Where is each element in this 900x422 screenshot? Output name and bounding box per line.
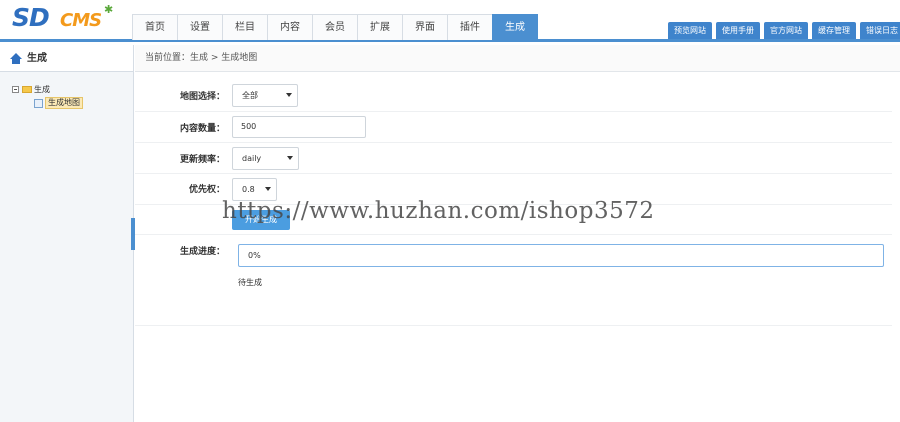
sidebar-tree: 生成 生成地图: [0, 72, 133, 110]
nav-generate[interactable]: 生成: [492, 14, 538, 40]
home-icon: [10, 52, 22, 64]
logo-primary: SD: [12, 3, 50, 32]
page-icon: [34, 98, 43, 108]
logo-secondary: CMS: [60, 10, 102, 31]
content-count-input[interactable]: 500: [232, 116, 366, 138]
update-freq-select[interactable]: daily: [232, 147, 299, 170]
map-select[interactable]: 全部: [232, 84, 298, 107]
start-generate-button[interactable]: 开始生成: [232, 210, 290, 230]
logo-star-icon: ✱: [104, 3, 114, 16]
tree-item-sitemap[interactable]: 生成地图: [34, 96, 133, 110]
map-select-value: 全部: [242, 91, 258, 100]
progress-label: 生成进度：: [179, 247, 225, 257]
nav-settings[interactable]: 设置: [177, 14, 223, 40]
nav-interface[interactable]: 界面: [402, 14, 448, 40]
nav-plugins[interactable]: 插件: [447, 14, 493, 40]
logo[interactable]: SD CMS ✱: [12, 3, 124, 37]
nav-content[interactable]: 内容: [267, 14, 313, 40]
progress-field: 0%: [238, 244, 884, 267]
update-freq-label: 更新频率：: [179, 155, 225, 165]
nav-columns[interactable]: 栏目: [222, 14, 268, 40]
chevron-down-icon: [287, 156, 293, 160]
nav-extensions[interactable]: 扩展: [357, 14, 403, 40]
collapse-icon[interactable]: [12, 85, 19, 93]
official-site-button[interactable]: 官方网站: [764, 22, 808, 39]
manual-button[interactable]: 使用手册: [716, 22, 760, 39]
map-select-label: 地图选择：: [179, 92, 225, 102]
priority-value: 0.8: [242, 185, 255, 194]
chevron-down-icon: [286, 93, 292, 97]
status-text: 待生成: [238, 278, 262, 287]
tree-item-root[interactable]: 生成: [12, 82, 133, 96]
tree-root-label: 生成: [34, 84, 50, 94]
chevron-down-icon: [265, 187, 271, 191]
content-count-label: 内容数量：: [179, 124, 225, 134]
preview-site-button[interactable]: 预览网站: [668, 22, 712, 39]
error-log-button[interactable]: 错误日志: [860, 22, 900, 39]
cache-manage-button[interactable]: 缓存管理: [812, 22, 856, 39]
priority-select[interactable]: 0.8: [232, 178, 277, 201]
tree-child-label: 生成地图: [45, 97, 83, 109]
sidebar-title: 生成: [27, 52, 47, 64]
sidebar-header: 生成: [0, 45, 133, 72]
priority-label: 优先权：: [188, 185, 225, 195]
folder-icon: [22, 85, 32, 93]
breadcrumb: 当前位置：生成 > 生成地图: [135, 45, 900, 72]
sidebar: 生成 生成 生成地图: [0, 45, 134, 422]
nav-home[interactable]: 首页: [132, 14, 178, 40]
main-nav: 首页 设置 栏目 内容 会员 扩展 界面 插件 生成: [132, 14, 538, 40]
nav-members[interactable]: 会员: [312, 14, 358, 40]
top-button-group: 预览网站 使用手册 官方网站 缓存管理 错误日志: [664, 22, 900, 39]
top-header: SD CMS ✱ 首页 设置 栏目 内容 会员 扩展 界面 插件 生成 预览网站…: [0, 0, 900, 42]
update-freq-value: daily: [242, 154, 262, 163]
